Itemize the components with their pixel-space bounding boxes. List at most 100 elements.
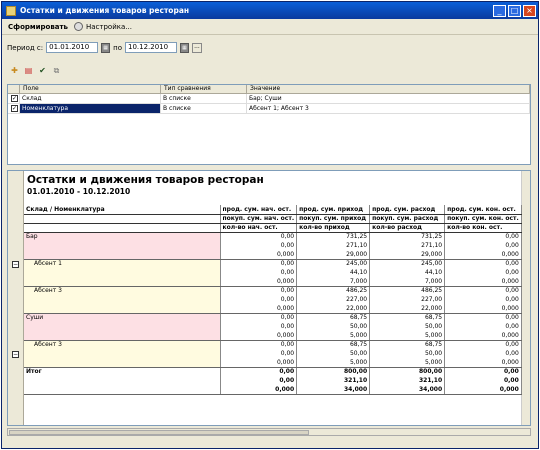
- collapse-sushi-icon[interactable]: −: [12, 351, 19, 358]
- value-cell: 0,00: [220, 340, 298, 349]
- value-cell: 0,000: [220, 250, 298, 260]
- value-cell: 0,00: [220, 313, 298, 322]
- value-cell: 227,00: [296, 295, 371, 304]
- value-cell: 0,00: [444, 241, 522, 250]
- value-cell: 245,00: [369, 259, 446, 268]
- value-cell: 0,000: [220, 304, 298, 314]
- table-row: Суши 0,00 68,75 68,75 0,00: [24, 313, 522, 322]
- value-cell: 7,000: [369, 277, 446, 287]
- minimize-button[interactable]: _: [493, 4, 506, 17]
- generate-button[interactable]: Сформировать: [8, 23, 68, 31]
- column-header-cell: покуп. сум. нач. ост.: [220, 214, 298, 224]
- period-select-button[interactable]: ...: [191, 42, 202, 53]
- report-header-row: кол-во нач. ост. кол-во приход кол-во расх…: [24, 223, 522, 233]
- value-cell: 50,00: [296, 322, 371, 331]
- column-header-cell: прод. сум. приход: [296, 205, 371, 215]
- filter-field[interactable]: Номенклатура: [20, 104, 161, 113]
- filter-value[interactable]: Абсент 1; Абсент 3: [247, 104, 530, 113]
- table-row: 0,00 44,10 44,10 0,00: [24, 268, 522, 277]
- filter-checkbox[interactable]: ✓: [11, 95, 18, 102]
- group-name-cell: [24, 376, 221, 385]
- col-value[interactable]: Значение: [247, 85, 530, 93]
- report-period: 01.01.2010 - 10.12.2010: [27, 187, 131, 196]
- value-cell: 486,25: [369, 286, 446, 295]
- group-name-cell: [24, 331, 221, 341]
- filter-comparison[interactable]: В списке: [161, 94, 247, 103]
- date-from-input[interactable]: 01.01.2010: [46, 42, 99, 53]
- value-cell: 0,00: [220, 322, 298, 331]
- value-cell: 0,00: [444, 322, 522, 331]
- value-cell: 0,000: [444, 304, 522, 314]
- value-cell: 800,00: [369, 367, 446, 376]
- settings-button[interactable]: Настройка...: [74, 22, 132, 31]
- table-row: 0,000 29,000 29,000 0,000: [24, 250, 522, 260]
- value-cell: 0,00: [444, 286, 522, 295]
- close-button[interactable]: ×: [523, 4, 536, 17]
- collapse-bar-icon[interactable]: −: [12, 261, 19, 268]
- group-name-cell: [24, 349, 221, 358]
- calendar-to-icon[interactable]: ▦: [179, 42, 189, 53]
- table-row: 0,000 7,000 7,000 0,000: [24, 277, 522, 287]
- report-header-row: покуп. сум. нач. ост. покуп. сум. приход п…: [24, 214, 522, 224]
- value-cell: 44,10: [369, 268, 446, 277]
- value-cell: 0,00: [444, 295, 522, 304]
- value-cell: 271,10: [296, 241, 371, 250]
- value-cell: 0,00: [444, 313, 522, 322]
- value-cell: 0,00: [220, 349, 298, 358]
- column-header-cell: кол-во нач. ост.: [220, 223, 298, 233]
- value-cell: 0,00: [444, 232, 522, 241]
- group-name-cell: [24, 358, 221, 368]
- table-row: 0,000 34,000 34,000 0,000: [24, 385, 522, 395]
- group-name-cell: [24, 250, 221, 260]
- value-cell: 0,000: [220, 358, 298, 368]
- value-cell: 5,000: [369, 358, 446, 368]
- value-cell: 0,000: [220, 385, 298, 395]
- value-cell: 29,000: [296, 250, 371, 260]
- maximize-button[interactable]: □: [508, 4, 521, 17]
- toolbar: Сформировать Настройка...: [2, 19, 538, 35]
- scroll-thumb[interactable]: [9, 430, 309, 435]
- vertical-scrollbar[interactable]: [521, 171, 530, 425]
- filter-row[interactable]: ✓ Склад В списке Бар; Суши: [8, 94, 530, 104]
- value-cell: 245,00: [296, 259, 371, 268]
- value-cell: 0,000: [220, 331, 298, 341]
- value-cell: 0,00: [220, 241, 298, 250]
- value-cell: 22,000: [296, 304, 371, 314]
- add-filter-icon[interactable]: ✚: [10, 66, 19, 75]
- value-cell: 0,00: [444, 340, 522, 349]
- col-field[interactable]: Поле: [20, 85, 161, 93]
- value-cell: 0,00: [220, 295, 298, 304]
- group-name-cell: Абсент 3: [24, 340, 221, 349]
- column-header-cell: кол-во кон. ост.: [444, 223, 522, 233]
- value-cell: 44,10: [296, 268, 371, 277]
- col-comparison[interactable]: Тип сравнения: [161, 85, 247, 93]
- value-cell: 800,00: [296, 367, 371, 376]
- table-row: 0,00 271,10 271,10 0,00: [24, 241, 522, 250]
- copy-icon[interactable]: ⧉: [52, 66, 61, 75]
- filter-checkbox[interactable]: ✓: [11, 105, 18, 112]
- value-cell: 7,000: [296, 277, 371, 287]
- table-row: 0,000 5,000 5,000 0,000: [24, 358, 522, 368]
- value-cell: 731,25: [296, 232, 371, 241]
- value-cell: 5,000: [296, 331, 371, 341]
- calendar-from-icon[interactable]: ▦: [101, 42, 111, 53]
- check-all-icon[interactable]: ✔: [38, 66, 47, 75]
- table-row: 0,00 50,00 50,00 0,00: [24, 349, 522, 358]
- horizontal-scrollbar[interactable]: [7, 428, 531, 436]
- value-cell: 0,00: [220, 367, 298, 376]
- value-cell: 0,000: [444, 385, 522, 395]
- value-cell: 50,00: [369, 322, 446, 331]
- filter-comparison[interactable]: В списке: [161, 104, 247, 113]
- group-filter-icon[interactable]: ▤: [24, 66, 33, 75]
- filter-table-header: Поле Тип сравнения Значение: [8, 85, 530, 94]
- date-to-input[interactable]: 10.12.2010: [124, 42, 177, 53]
- table-row: Абсент 1 0,00 245,00 245,00 0,00: [24, 259, 522, 268]
- value-cell: 321,10: [296, 376, 371, 385]
- value-cell: 0,00: [220, 232, 298, 241]
- value-cell: 731,25: [369, 232, 446, 241]
- filter-field[interactable]: Склад: [20, 94, 161, 103]
- filter-row[interactable]: ✓ Номенклатура В списке Абсент 1; Абсент…: [8, 104, 530, 114]
- filter-value[interactable]: Бар; Суши: [247, 94, 530, 103]
- table-row: 0,000 5,000 5,000 0,000: [24, 331, 522, 341]
- table-row: Абсент 3 0,00 68,75 68,75 0,00: [24, 340, 522, 349]
